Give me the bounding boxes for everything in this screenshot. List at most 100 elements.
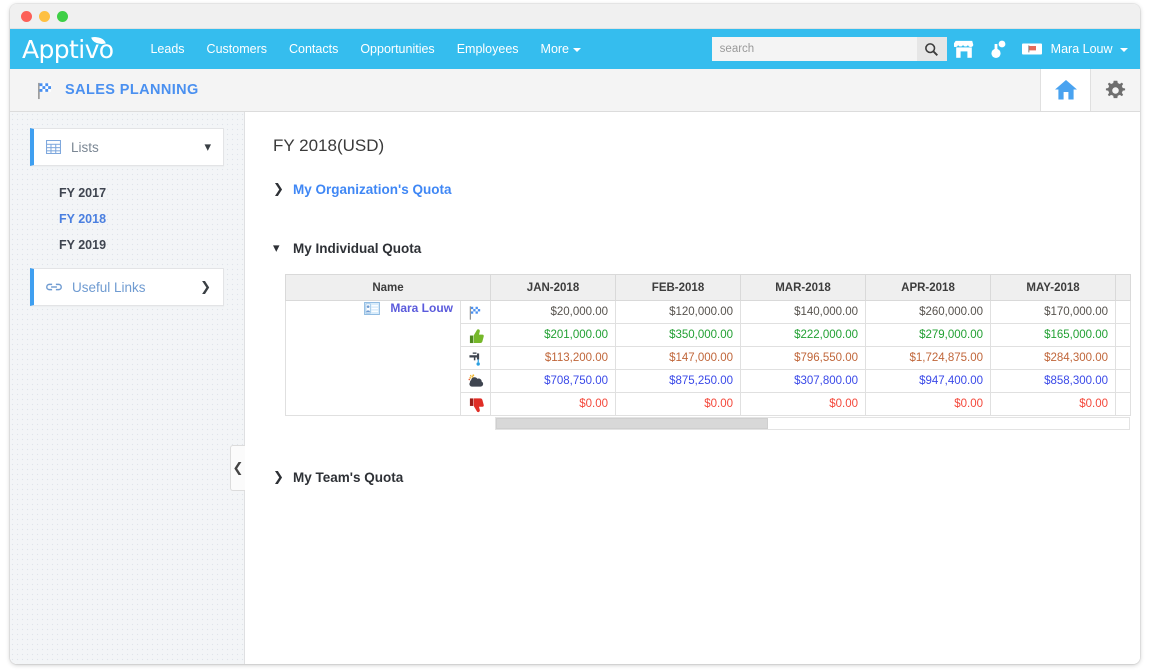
username-label: Mara Louw — [1051, 42, 1113, 56]
cell-mar: $796,550.00 — [741, 347, 866, 370]
apptivo-logo[interactable]: Apptivo — [10, 37, 121, 62]
row-type-icon-cell — [461, 347, 491, 370]
nav-link-leads[interactable]: Leads — [139, 42, 195, 56]
chevron-left-icon: ❮ — [233, 461, 244, 476]
nav-more-label: More — [541, 42, 569, 56]
nav-link-customers[interactable]: Customers — [196, 42, 278, 56]
cell-overflow — [1116, 301, 1131, 324]
table-row: Mara Louw — [286, 301, 1131, 324]
nav-link-employees[interactable]: Employees — [446, 42, 530, 56]
cell-overflow — [1116, 324, 1131, 347]
cell-jan: $20,000.00 — [491, 301, 616, 324]
user-avatar-button[interactable] — [1015, 29, 1049, 69]
sidebar-useful-links-label: Useful Links — [72, 280, 200, 295]
thumbs-down-icon — [468, 397, 485, 413]
close-window-button[interactable] — [21, 11, 32, 22]
table-horizontal-scrollbar[interactable] — [495, 417, 1130, 430]
cell-feb: $0.00 — [616, 393, 741, 416]
checkered-flag-icon — [36, 81, 55, 100]
minimize-window-button[interactable] — [39, 11, 50, 22]
sidebar-item-fy2018[interactable]: FY 2018 — [10, 206, 244, 232]
section-title-team: My Team's Quota — [293, 470, 403, 485]
quota-table-container: Name JAN-2018 FEB-2018 MAR-2018 APR-2018… — [285, 274, 1130, 430]
section-title-individual: My Individual Quota — [293, 241, 421, 256]
chevron-down-icon — [573, 48, 581, 52]
section-my-organizations-quota[interactable]: ❯ My Organization's Quota — [273, 182, 1140, 197]
cell-feb: $147,000.00 — [616, 347, 741, 370]
sidebar-item-fy2017[interactable]: FY 2017 — [10, 180, 244, 206]
module-header-bar: SALES PLANNING — [10, 69, 1140, 112]
employee-name-link[interactable]: Mara Louw — [390, 301, 453, 315]
cell-overflow — [1116, 393, 1131, 416]
column-header-jan[interactable]: JAN-2018 — [491, 275, 616, 301]
column-header-feb[interactable]: FEB-2018 — [616, 275, 741, 301]
notifications-button[interactable] — [981, 29, 1015, 69]
column-header-overflow — [1116, 275, 1131, 301]
search-input[interactable] — [712, 37, 917, 61]
primary-nav-links: Leads Customers Contacts Opportunities E… — [139, 42, 592, 56]
cell-apr: $1,724,875.00 — [866, 347, 991, 370]
individual-quota-table: Name JAN-2018 FEB-2018 MAR-2018 APR-2018… — [285, 274, 1131, 416]
page-title: SALES PLANNING — [65, 82, 199, 98]
home-icon — [1054, 79, 1078, 101]
row-type-icon-cell — [461, 324, 491, 347]
cell-overflow — [1116, 370, 1131, 393]
module-title-group: SALES PLANNING — [10, 81, 199, 100]
chevron-down-icon: ▾ — [204, 140, 211, 155]
cell-mar: $307,800.00 — [741, 370, 866, 393]
column-header-apr[interactable]: APR-2018 — [866, 275, 991, 301]
cell-apr: $260,000.00 — [866, 301, 991, 324]
cell-apr: $0.00 — [866, 393, 991, 416]
module-actions — [1040, 69, 1140, 111]
sidebar-list-items: FY 2017 FY 2018 FY 2019 — [10, 166, 244, 268]
chevron-down-icon: ▾ — [273, 241, 293, 256]
row-type-icon-cell — [461, 393, 491, 416]
scrollbar-thumb[interactable] — [496, 418, 768, 429]
column-header-may[interactable]: MAY-2018 — [991, 275, 1116, 301]
checkered-flag-icon — [468, 305, 484, 321]
column-header-name[interactable]: Name — [286, 275, 491, 301]
nav-link-opportunities[interactable]: Opportunities — [349, 42, 445, 56]
store-button[interactable] — [947, 29, 981, 69]
main-content: FY 2018(USD) ❯ My Organization's Quota ▾… — [245, 112, 1140, 664]
chevron-right-icon: ❯ — [200, 280, 211, 295]
nav-link-contacts[interactable]: Contacts — [278, 42, 349, 56]
sidebar-item-fy2019[interactable]: FY 2019 — [10, 232, 244, 258]
cell-mar: $140,000.00 — [741, 301, 866, 324]
cell-mar: $222,000.00 — [741, 324, 866, 347]
sidebar-lists-label: Lists — [71, 140, 204, 155]
settings-button[interactable] — [1090, 69, 1140, 111]
top-navigation-bar: Apptivo Leads Customers Contacts Opportu… — [10, 29, 1140, 69]
cell-feb: $120,000.00 — [616, 301, 741, 324]
home-button[interactable] — [1040, 69, 1090, 111]
column-header-mar[interactable]: MAR-2018 — [741, 275, 866, 301]
grid-table-icon — [46, 140, 61, 154]
notification-bell-icon — [988, 40, 1007, 59]
search-button[interactable] — [917, 37, 947, 61]
chevron-down-icon — [1120, 48, 1128, 52]
nav-link-more[interactable]: More — [530, 42, 592, 56]
cell-jan: $0.00 — [491, 393, 616, 416]
cloud-icon — [468, 374, 485, 390]
section-my-teams-quota[interactable]: ❯ My Team's Quota — [273, 470, 1140, 485]
section-my-individual-quota[interactable]: ▾ My Individual Quota — [273, 241, 1140, 256]
user-menu[interactable]: Mara Louw — [1051, 42, 1128, 56]
app-body: Lists ▾ FY 2017 FY 2018 FY 2019 Useful L… — [10, 112, 1140, 664]
cell-feb: $875,250.00 — [616, 370, 741, 393]
link-chain-icon — [46, 280, 62, 294]
sidebar-collapse-handle[interactable]: ❮ — [230, 445, 245, 491]
maximize-window-button[interactable] — [57, 11, 68, 22]
cell-jan: $113,200.00 — [491, 347, 616, 370]
cell-may: $170,000.00 — [991, 301, 1116, 324]
cell-jan: $201,000.00 — [491, 324, 616, 347]
flag-badge-icon — [1022, 42, 1042, 56]
table-header-row: Name JAN-2018 FEB-2018 MAR-2018 APR-2018… — [286, 275, 1131, 301]
section-title-org: My Organization's Quota — [293, 182, 451, 197]
left-sidebar: Lists ▾ FY 2017 FY 2018 FY 2019 Useful L… — [10, 112, 245, 664]
cell-may: $858,300.00 — [991, 370, 1116, 393]
sidebar-section-lists[interactable]: Lists ▾ — [30, 128, 224, 166]
contact-card-icon — [364, 302, 380, 315]
app-window: Apptivo Leads Customers Contacts Opportu… — [10, 4, 1140, 664]
sidebar-section-useful-links[interactable]: Useful Links ❯ — [30, 268, 224, 306]
cell-may: $284,300.00 — [991, 347, 1116, 370]
